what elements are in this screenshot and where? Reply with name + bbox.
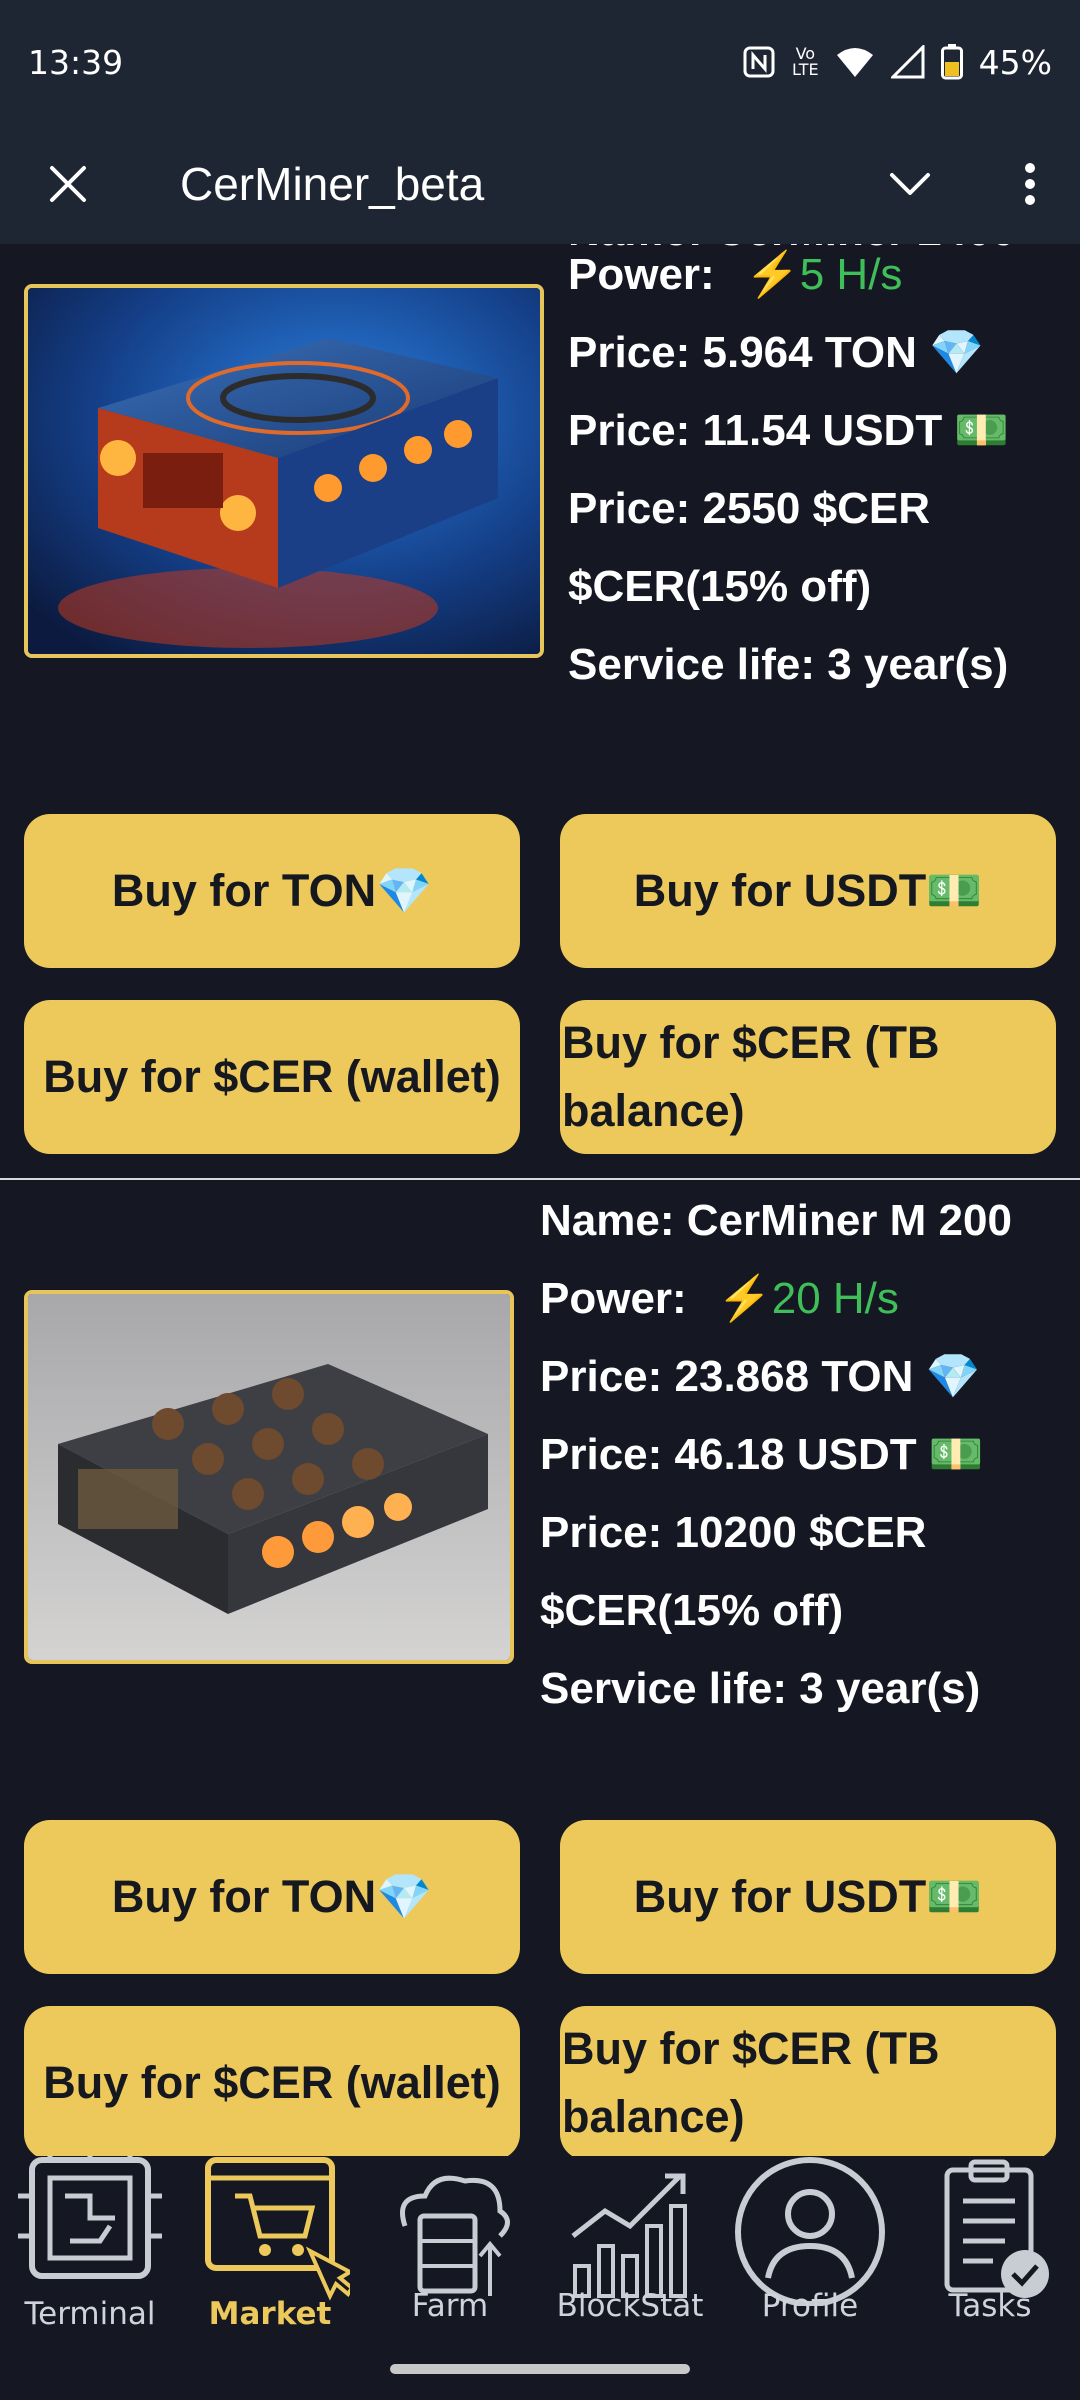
- price-cer: Price: 10200 $CER: [540, 1508, 927, 1557]
- miner-image: [24, 284, 544, 658]
- cloud-server-icon: [400, 2175, 510, 2296]
- buy-cer-wallet-button[interactable]: Buy for $CER (wallet): [24, 1000, 520, 1154]
- close-icon: [50, 166, 86, 202]
- buy-ton-button[interactable]: Buy for TON💎: [24, 1820, 520, 1974]
- nav-farm[interactable]: Farm: [360, 2156, 540, 2336]
- buy-usdt-button[interactable]: Buy for USDT💵: [560, 814, 1056, 968]
- buy-cer-tb-button[interactable]: Buy for $CER (TB balance): [560, 1000, 1056, 1154]
- buy-cer-tb-button[interactable]: Buy for $CER (TB balance): [560, 2006, 1056, 2156]
- close-button[interactable]: [34, 150, 102, 218]
- market-list[interactable]: Name: CerMiner 2400: [0, 244, 1080, 2156]
- price-ton: Price: 23.868 TON 💎: [540, 1352, 981, 1401]
- nfc-icon: [742, 45, 776, 79]
- signal-icon: [890, 45, 925, 79]
- miner-power: Power: ⚡20 H/s: [540, 1274, 899, 1323]
- miner-card: Name: CerMiner M 200 Power: ⚡20 H/s Pric…: [0, 1180, 1080, 2156]
- status-bar: 13:39 Vo LTE 45%: [0, 0, 1080, 124]
- app-title: CerMiner_beta: [180, 158, 485, 210]
- buy-usdt-button[interactable]: Buy for USDT💵: [560, 1820, 1056, 1974]
- miner-power: Power: ⚡5 H/s: [568, 250, 903, 299]
- buy-cer-wallet-button[interactable]: Buy for $CER (wallet): [24, 2006, 520, 2156]
- collapse-button[interactable]: [880, 154, 940, 214]
- battery-icon: [940, 44, 963, 80]
- chip-icon: [18, 2156, 162, 2279]
- more-menu-button[interactable]: [1000, 154, 1060, 214]
- power-value: ⚡5 H/s: [744, 250, 903, 299]
- clipboard-check-icon: [944, 2159, 1049, 2298]
- nav-tasks[interactable]: Tasks: [900, 2156, 1080, 2336]
- power-value: ⚡20 H/s: [716, 1274, 899, 1323]
- battery-percent: 45%: [978, 42, 1052, 82]
- cart-icon: [205, 2157, 350, 2301]
- gesture-area: [0, 2336, 1080, 2400]
- service-life: Service life: 3 year(s): [540, 1664, 981, 1713]
- nav-blockstat[interactable]: BlockStat: [540, 2156, 720, 2336]
- user-icon: [735, 2157, 885, 2306]
- more-vert-icon: [1025, 163, 1035, 205]
- chart-icon: [571, 2173, 687, 2298]
- chevron-down-icon: [890, 173, 930, 195]
- nav-terminal[interactable]: Terminal: [0, 2156, 180, 2336]
- price-cer: Price: 2550 $CER: [568, 484, 930, 533]
- bottom-navigation: Terminal Market Farm BlockStat Profile T…: [0, 2156, 1080, 2336]
- status-time: 13:39: [28, 42, 124, 82]
- service-life: Service life: 3 year(s): [568, 640, 1009, 689]
- discount-label: $CER(15% off): [568, 562, 872, 611]
- price-usdt: Price: 11.54 USDT 💵: [568, 406, 1010, 455]
- status-icons: Vo LTE 45%: [742, 43, 1052, 82]
- nav-profile[interactable]: Profile: [720, 2156, 900, 2336]
- miner-name: Name: CerMiner M 200: [540, 1196, 1012, 1245]
- nav-market[interactable]: Market: [180, 2156, 360, 2336]
- miner-card: Name: CerMiner 2400: [0, 244, 1080, 1180]
- buy-ton-button[interactable]: Buy for TON💎: [24, 814, 520, 968]
- price-ton: Price: 5.964 TON 💎: [568, 328, 984, 377]
- app-header: CerMiner_beta: [0, 124, 1080, 244]
- home-indicator[interactable]: [390, 2364, 690, 2374]
- discount-label: $CER(15% off): [540, 1586, 844, 1635]
- volte-icon: Vo LTE: [792, 44, 819, 79]
- price-usdt: Price: 46.18 USDT 💵: [540, 1430, 984, 1479]
- wifi-icon: [835, 45, 875, 79]
- miner-image: [24, 1290, 514, 1664]
